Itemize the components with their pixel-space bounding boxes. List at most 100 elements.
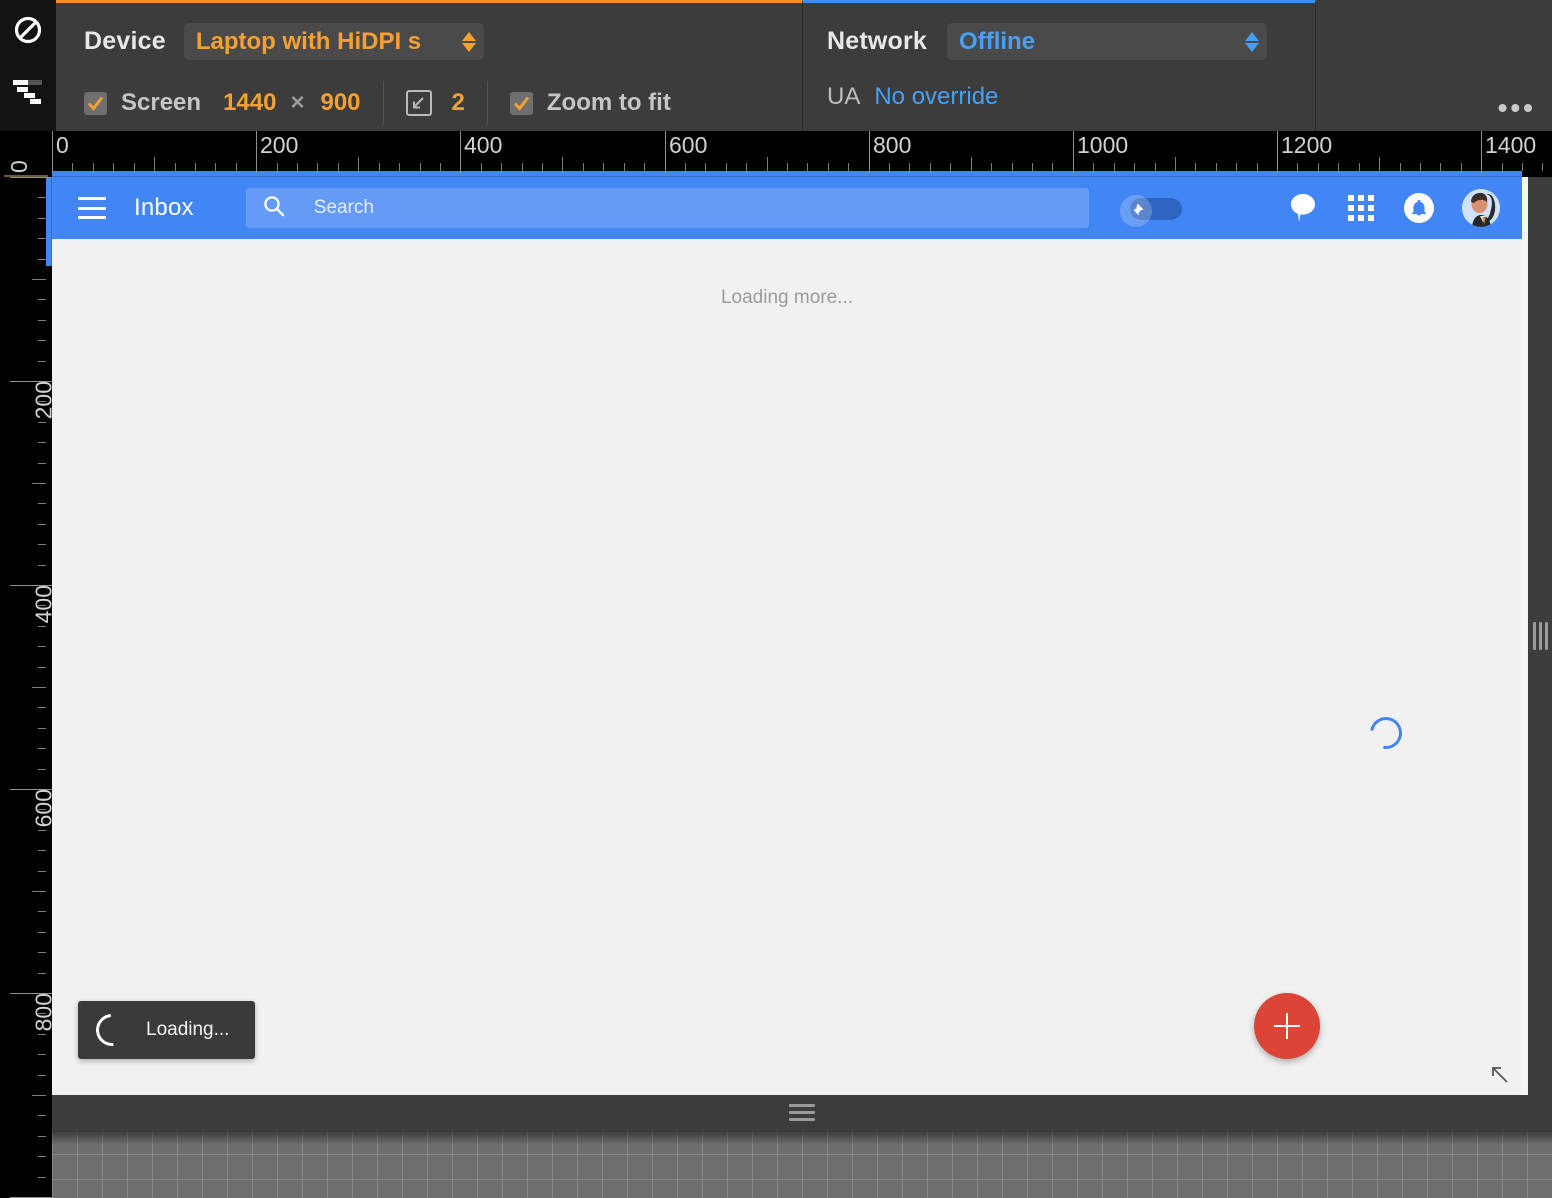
ruler-tick — [583, 163, 584, 171]
search-icon — [262, 194, 286, 223]
ruler-tick — [1318, 163, 1319, 171]
more-options-icon[interactable]: ••• — [1498, 94, 1536, 122]
ruler-tick — [889, 163, 890, 171]
device-toolbar: Device Laptop with HiDPI s Screen 1440 ×… — [0, 0, 1552, 131]
ruler-tick — [38, 218, 46, 219]
device-select[interactable]: Laptop with HiDPI s — [183, 23, 484, 60]
ruler-tick — [38, 422, 46, 423]
ruler-tick — [624, 163, 625, 171]
screen-height-input[interactable]: 900 — [320, 89, 360, 117]
ruler-tick — [38, 646, 46, 647]
pin-toggle[interactable] — [1120, 195, 1182, 227]
user-avatar[interactable] — [1462, 189, 1500, 227]
device-select-arrows[interactable] — [461, 31, 476, 52]
ruler-tick — [38, 932, 46, 933]
ruler-tick — [38, 850, 46, 851]
ruler-tick — [38, 1054, 46, 1055]
screen-checkbox[interactable] — [84, 91, 107, 115]
compose-fab-button[interactable] — [1254, 993, 1320, 1059]
ruler-tick — [134, 163, 135, 171]
ruler-label: 200 — [30, 381, 52, 420]
ruler-tick — [10, 177, 52, 178]
ruler-tick — [277, 163, 278, 171]
ruler-tick — [175, 163, 176, 171]
ruler-tick — [1542, 163, 1543, 171]
ruler-label: 800 — [873, 132, 912, 158]
ruler-tick — [38, 626, 46, 627]
ruler-tick — [1216, 163, 1217, 171]
ruler-tick — [358, 157, 359, 171]
ruler-tick — [746, 163, 747, 171]
resize-corner-icon[interactable] — [1488, 1063, 1510, 1085]
zoom-to-fit-checkbox[interactable] — [509, 91, 533, 115]
search-placeholder: Search — [313, 197, 374, 218]
ruler-tick — [38, 320, 46, 321]
vertical-ruler: 2004006008001000 — [0, 131, 52, 1198]
ruler-tick — [767, 157, 768, 171]
viewport-right-resize-handle[interactable] — [1528, 177, 1552, 1095]
ruler-tick — [38, 340, 46, 341]
ruler-tick — [32, 483, 46, 484]
toolbar-overflow-panel: ••• — [1316, 0, 1552, 131]
ruler-tick — [1093, 163, 1094, 171]
device-label: Device — [84, 27, 166, 55]
ruler-tick — [930, 163, 931, 171]
pin-icon — [1120, 195, 1152, 227]
ruler-tick — [38, 748, 46, 749]
page-grid-shadow — [52, 1129, 1552, 1145]
ruler-tick — [38, 299, 46, 300]
ruler-tick — [38, 707, 46, 708]
screen-width-input[interactable]: 1440 — [223, 89, 276, 117]
ruler-tick — [32, 279, 46, 280]
hamburger-menu-icon[interactable] — [78, 197, 106, 219]
ruler-tick — [1195, 163, 1196, 171]
search-input[interactable]: Search — [245, 188, 1089, 228]
user-agent-value[interactable]: No override — [874, 83, 998, 111]
ruler-tick — [38, 667, 46, 668]
ruler-tick — [38, 197, 46, 198]
device-viewport: Inbox Search Loading more... Loading... — [52, 177, 1522, 1095]
ruler-tick — [1114, 163, 1115, 171]
ruler-label: 400 — [30, 585, 52, 624]
bell-icon[interactable] — [1390, 177, 1448, 239]
viewport-bottom-resize-handle[interactable] — [52, 1095, 1552, 1129]
ruler-tick — [481, 163, 482, 171]
ruler-tick — [1236, 163, 1237, 171]
ruler-tick — [1461, 163, 1462, 171]
loading-spinner-icon — [1363, 710, 1409, 756]
ruler-label: 400 — [464, 132, 503, 158]
ruler-tick — [38, 809, 46, 810]
ruler-tick — [338, 163, 339, 171]
network-throttle-icon[interactable] — [12, 76, 44, 108]
network-throttling-select[interactable]: Offline — [947, 23, 1268, 60]
ruler-tick — [72, 163, 73, 171]
ruler-label: 0 — [56, 132, 69, 158]
ruler-label: 200 — [260, 132, 299, 158]
ruler-tick — [440, 163, 441, 171]
ruler-tick — [1175, 157, 1176, 171]
ruler-tick — [1400, 163, 1401, 171]
apps-grid-icon[interactable] — [1332, 177, 1390, 239]
ruler-tick — [1052, 163, 1053, 171]
ruler-corner-underline — [4, 175, 48, 177]
ruler-tick — [38, 1013, 46, 1014]
device-pixel-ratio-input[interactable]: 2 — [452, 89, 465, 117]
ruler-tick — [522, 163, 523, 171]
ruler-tick — [420, 163, 421, 171]
network-select-arrows[interactable] — [1245, 31, 1260, 52]
ruler-tick — [991, 163, 992, 171]
ruler-tick — [501, 163, 502, 171]
speech-bubble-icon[interactable] — [1274, 177, 1332, 239]
ruler-tick — [1257, 163, 1258, 171]
loading-more-text: Loading more... — [720, 287, 854, 308]
ruler-tick — [848, 163, 849, 171]
ruler-tick — [807, 163, 808, 171]
no-entry-icon[interactable] — [12, 14, 44, 46]
ruler-tick — [236, 163, 237, 171]
ruler-tick — [38, 769, 46, 770]
ruler-corner-zero: 0 — [6, 160, 32, 173]
ruler-label: 1000 — [1077, 132, 1129, 158]
ruler-tick — [38, 1034, 46, 1035]
loading-toast: Loading... — [66, 1001, 256, 1059]
ruler-tick — [32, 891, 46, 892]
